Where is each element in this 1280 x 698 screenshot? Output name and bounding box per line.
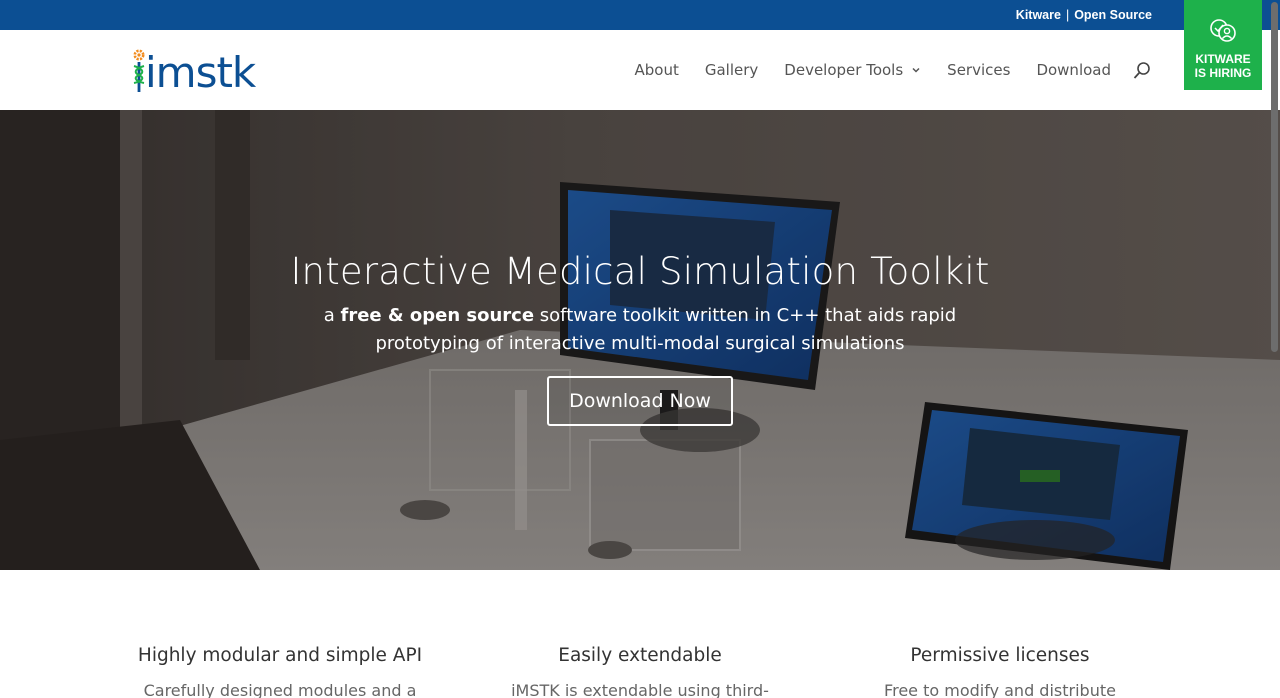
main-nav: About Gallery Developer Tools Services D…: [609, 30, 1112, 110]
feature-text: Carefully designed modules and a: [143, 681, 417, 698]
imstk-logo[interactable]: imstk: [131, 46, 256, 97]
feature-text: Free to modify and distribute (including: [884, 681, 1116, 698]
hero-title: Interactive Medical Simulation Toolkit: [290, 250, 990, 293]
scrollbar-thumb[interactable]: [1271, 2, 1278, 352]
nav-item-label: Services: [947, 61, 1011, 79]
logo-text: imstk: [145, 48, 256, 97]
download-now-button[interactable]: Download Now: [547, 376, 733, 426]
open-source-link[interactable]: Open Source: [1074, 8, 1152, 22]
feature-title: Easily extendable: [558, 645, 722, 666]
nav-item-download[interactable]: Download: [1036, 61, 1111, 79]
top-links: Kitware | Open Source: [1016, 0, 1152, 30]
feature-title: Highly modular and simple API: [137, 645, 423, 666]
nav-item-label: Gallery: [704, 61, 759, 79]
nav-item-label: Developer Tools: [784, 61, 904, 79]
hero-subtitle-bold: free & open source: [340, 305, 535, 326]
top-bar: Kitware | Open Source: [0, 0, 1280, 30]
nav-item-gallery[interactable]: Gallery: [705, 61, 758, 79]
hero-subtitle-prefix: a: [323, 305, 341, 326]
nav-item-label: About: [634, 61, 679, 79]
nav-item-developer-tools[interactable]: Developer Tools: [784, 61, 921, 79]
hero-section: Interactive Medical Simulation Toolkit a…: [0, 110, 1280, 570]
top-links-separator: |: [1065, 8, 1070, 22]
feature-title: Permissive licenses: [910, 645, 1090, 666]
kitware-link[interactable]: Kitware: [1016, 8, 1061, 22]
kitware-hiring-button[interactable]: KITWARE IS HIRING: [1184, 0, 1262, 90]
feature-card: Easily extendable iMSTK is extendable us…: [490, 645, 790, 698]
search-icon[interactable]: [1132, 61, 1152, 81]
hero-subtitle: a free & open source software toolkit wr…: [290, 302, 990, 358]
site-header: imstk About Gallery Developer Tools Serv…: [0, 30, 1280, 110]
hiring-line-2: IS HIRING: [1194, 66, 1252, 80]
nav-item-label: Download: [1036, 61, 1111, 79]
feature-card: Highly modular and simple API Carefully …: [130, 645, 430, 698]
chevron-down-icon: [912, 67, 920, 73]
people-chat-icon: [1210, 19, 1236, 42]
nav-item-services[interactable]: Services: [947, 61, 1010, 79]
hiring-line-1: KITWARE: [1195, 52, 1251, 66]
feature-card: Permissive licenses Free to modify and d…: [850, 645, 1150, 698]
caduceus-gear-icon: [133, 49, 145, 92]
feature-text: iMSTK is extendable using third-party: [511, 681, 769, 698]
nav-item-about[interactable]: About: [635, 61, 679, 79]
features-section: Highly modular and simple API Carefully …: [0, 570, 1280, 698]
